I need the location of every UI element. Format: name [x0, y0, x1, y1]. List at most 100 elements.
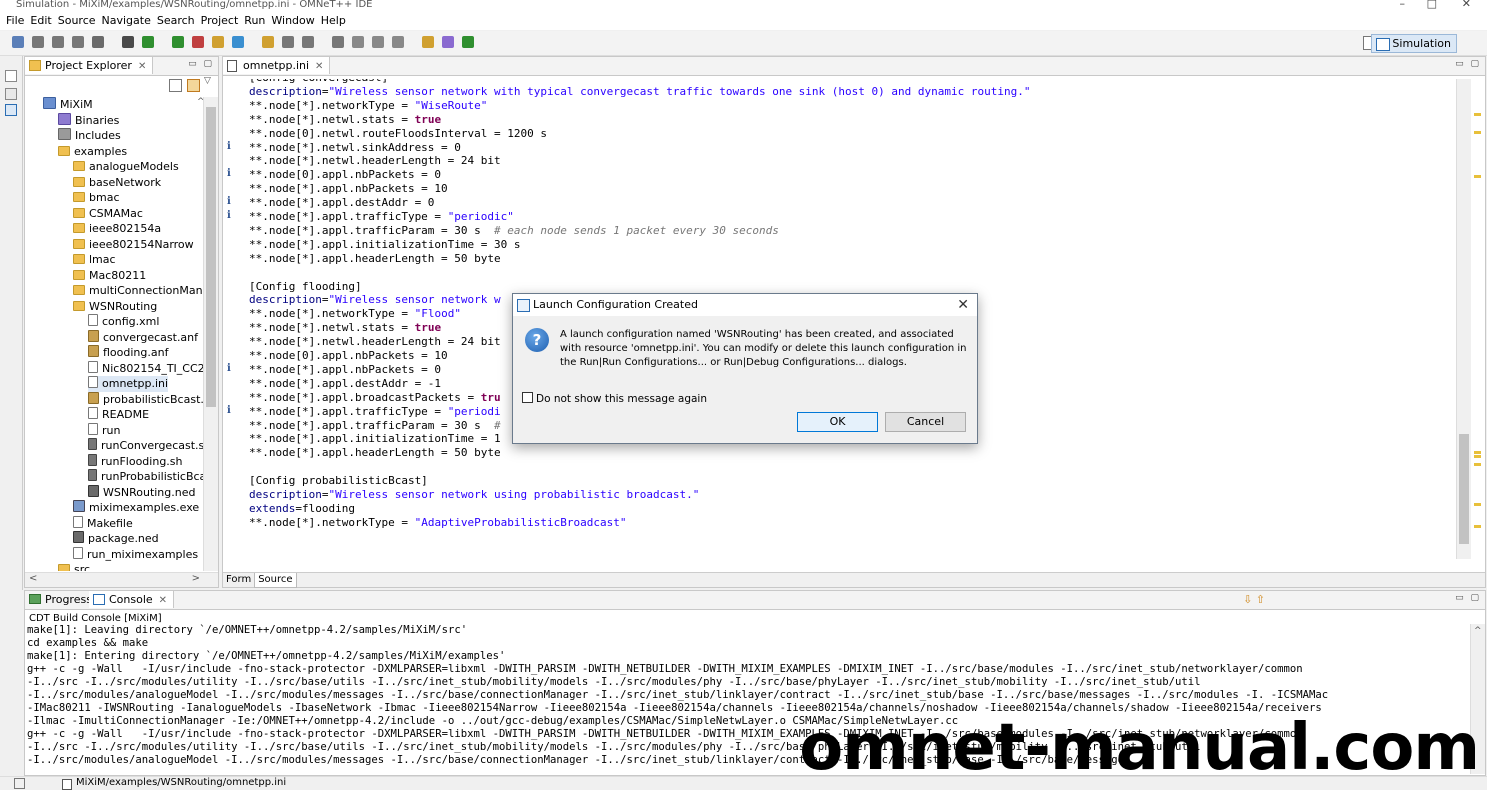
- tree-item[interactable]: bmac: [73, 190, 120, 206]
- tab-source[interactable]: Source: [254, 573, 297, 588]
- editor-minimize-maximize-icon[interactable]: ▭ ▢: [1455, 59, 1481, 69]
- info-marker-icon[interactable]: i: [227, 210, 231, 221]
- tree-item[interactable]: probabilisticBcast.anf: [88, 391, 209, 408]
- tree-item[interactable]: runFlooding.sh: [88, 453, 183, 470]
- menu-help[interactable]: Help: [321, 12, 352, 30]
- toolbar-icon[interactable]: [372, 36, 384, 48]
- info-marker-icon[interactable]: i: [227, 168, 231, 179]
- tab-project-explorer[interactable]: Project Explorer ✕: [25, 57, 154, 74]
- tree-item[interactable]: src: [58, 562, 90, 571]
- toolbar-icon[interactable]: [332, 36, 344, 48]
- hierarchy-icon[interactable]: [5, 104, 17, 116]
- tree-item[interactable]: package.ned: [73, 531, 159, 547]
- toolbar-icon[interactable]: [302, 36, 314, 48]
- menu-project[interactable]: Project: [201, 12, 245, 30]
- view-menu-icon[interactable]: ▽: [204, 76, 211, 86]
- scroll-right-icon[interactable]: >: [192, 573, 200, 584]
- info-marker-icon[interactable]: i: [227, 405, 231, 416]
- tree-item[interactable]: runProbabilisticBcast.sh: [88, 469, 209, 485]
- menu-window[interactable]: Window: [271, 12, 320, 30]
- tree-item[interactable]: run: [88, 422, 120, 439]
- toolbar-icon[interactable]: [142, 36, 154, 48]
- tree-item[interactable]: MiXiM: [43, 97, 93, 113]
- info-marker-icon[interactable]: i: [227, 141, 231, 152]
- toolbar-icon[interactable]: [262, 36, 274, 48]
- tree-item[interactable]: CSMAMac: [73, 206, 143, 222]
- toolbar-icon[interactable]: [12, 36, 24, 48]
- tree-item[interactable]: miximexamples.exe - [x86: [73, 500, 209, 516]
- tree-item[interactable]: run_miximexamples: [73, 546, 198, 563]
- toolbar-icon[interactable]: [442, 36, 454, 48]
- close-window-icon[interactable]: ✕: [1462, 0, 1471, 9]
- tab-progress[interactable]: Progress: [25, 591, 99, 608]
- toolbar-icon[interactable]: [232, 36, 244, 48]
- link-editor-icon[interactable]: [187, 79, 200, 92]
- overview-marker[interactable]: [1474, 175, 1481, 178]
- collapse-all-icon[interactable]: [169, 79, 182, 92]
- tree-item[interactable]: WSNRouting.ned: [88, 484, 195, 501]
- tree-item[interactable]: README: [88, 407, 149, 423]
- tree-item[interactable]: lmac: [73, 252, 116, 268]
- scroll-up-icon[interactable]: ^: [1474, 626, 1482, 636]
- toolbar-icon[interactable]: [122, 36, 134, 48]
- tree-item[interactable]: ieee802154a: [73, 221, 161, 237]
- toolbar-icon[interactable]: [72, 36, 84, 48]
- menu-source[interactable]: Source: [58, 12, 102, 30]
- menu-run[interactable]: Run: [244, 12, 271, 30]
- tree-item[interactable]: omnetpp.ini: [88, 376, 169, 392]
- menu-search[interactable]: Search: [157, 12, 201, 30]
- toolbar-icon[interactable]: [192, 36, 204, 48]
- tree-item[interactable]: config.xml: [88, 314, 159, 330]
- tree-item[interactable]: Makefile: [73, 515, 133, 532]
- close-icon[interactable]: ✕: [159, 595, 167, 606]
- tree-scrollbar[interactable]: [203, 97, 218, 571]
- minimize-icon[interactable]: –: [1400, 0, 1406, 9]
- close-icon[interactable]: ✕: [138, 61, 146, 72]
- tree-item[interactable]: baseNetwork: [73, 175, 161, 191]
- overview-marker[interactable]: [1474, 503, 1481, 506]
- tree-item[interactable]: flooding.anf: [88, 345, 168, 361]
- dialog-close-icon[interactable]: ✕: [957, 294, 969, 316]
- tree-item[interactable]: multiConnectionManager: [73, 283, 209, 299]
- restore-icon[interactable]: [5, 70, 17, 82]
- tree-item[interactable]: Includes: [58, 128, 121, 144]
- overview-marker[interactable]: [1474, 451, 1481, 454]
- overview-marker[interactable]: [1474, 455, 1481, 458]
- tab-form[interactable]: Form: [223, 573, 254, 587]
- perspective-simulation-button[interactable]: Simulation: [1371, 34, 1457, 53]
- toolbar-icon[interactable]: [422, 36, 434, 48]
- menu-edit[interactable]: Edit: [30, 12, 57, 30]
- toolbar-icon[interactable]: [92, 36, 104, 48]
- toolbar-icon[interactable]: [32, 36, 44, 48]
- minimize-maximize-icon[interactable]: ▭ ▢: [188, 59, 214, 69]
- tab-console[interactable]: Console ✕: [89, 591, 175, 608]
- overview-marker[interactable]: [1474, 463, 1481, 466]
- menu-navigate[interactable]: Navigate: [102, 12, 157, 30]
- tab-omnetpp-ini[interactable]: omnetpp.ini ✕: [223, 57, 331, 74]
- overview-marker[interactable]: [1474, 525, 1481, 528]
- tree-item[interactable]: runConvergecast.sh: [88, 438, 209, 454]
- overview-marker[interactable]: [1474, 113, 1481, 116]
- tree-item[interactable]: Mac80211: [73, 268, 146, 284]
- editor-scrollbar[interactable]: [1456, 79, 1471, 559]
- tree-item[interactable]: ieee802154Narrow: [73, 237, 194, 253]
- console-minimize-maximize-icon[interactable]: ▭ ▢: [1455, 593, 1481, 603]
- checkbox-box[interactable]: [522, 392, 533, 403]
- maximize-icon[interactable]: □: [1427, 0, 1437, 9]
- scroll-left-icon[interactable]: <: [29, 573, 37, 584]
- tree-item[interactable]: analogueModels: [73, 159, 179, 175]
- tree-hscrollbar[interactable]: < >: [25, 572, 218, 587]
- tree-scrollbar-thumb[interactable]: [206, 107, 216, 407]
- tree-item[interactable]: examples: [58, 144, 127, 160]
- tree-item[interactable]: convergecast.anf: [88, 329, 198, 346]
- toolbar-icon[interactable]: [462, 36, 474, 48]
- close-icon[interactable]: ✕: [315, 61, 323, 72]
- overview-marker[interactable]: [1474, 131, 1481, 134]
- outline-icon[interactable]: [5, 88, 17, 100]
- tree-item[interactable]: WSNRouting: [73, 299, 157, 315]
- tree-item[interactable]: Nic802154_TI_CC2420: [88, 360, 209, 377]
- toolbar-icon[interactable]: [392, 36, 404, 48]
- next-error-icon[interactable]: ⇩ ⇧: [1243, 593, 1265, 606]
- fast-view-icon[interactable]: [14, 778, 25, 789]
- do-not-show-checkbox[interactable]: Do not show this message again: [522, 392, 707, 405]
